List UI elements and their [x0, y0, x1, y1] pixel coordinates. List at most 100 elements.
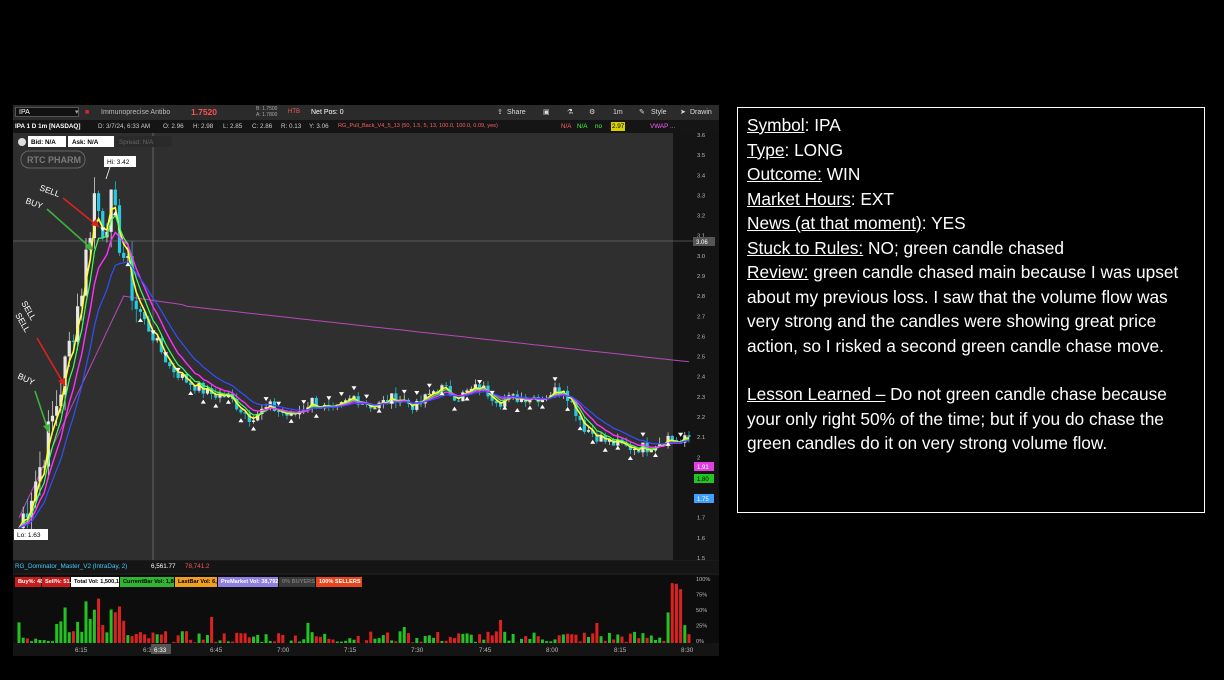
note-outcome-value: WIN [821, 164, 861, 184]
note-type-label: Type [747, 139, 785, 160]
spread-box-label: Spread: N/A [119, 139, 154, 146]
vwap-label: VWAP ... [650, 123, 676, 130]
price-tick-label: 3.0 [697, 254, 705, 260]
note-outcome-label: Outcome: [747, 164, 822, 184]
volume-bar [55, 623, 59, 645]
price-tick-label: 2.9 [697, 274, 705, 280]
symbol-dropdown-icon[interactable]: ▾ [75, 105, 79, 120]
volume-bar [210, 616, 214, 645]
candle-body [427, 393, 431, 395]
price-tick-label: 3.6 [697, 133, 705, 139]
volume-bar [306, 622, 310, 645]
lock-icon[interactable]: ■ [85, 105, 89, 120]
volume-tag: 0% BUYERS [279, 577, 315, 587]
bar-y: Y: 3.06 [309, 123, 329, 130]
candle-body [67, 340, 71, 357]
candle-body [687, 435, 691, 437]
volume-tags: Buy%: 48.21% Sell%: 51.79% Total Vol: 1,50… [13, 575, 719, 589]
candle-body [239, 409, 243, 413]
price-tick-label: 3.2 [697, 214, 705, 220]
price-tag-magenta-label: 1.91 [697, 465, 709, 471]
gear-icon[interactable]: ⚙ [589, 105, 595, 120]
note-rules-line: Stuck to Rules: NO; green candle chased [747, 236, 1195, 261]
company-name: Immunoprecise Antibo [101, 109, 171, 116]
bid-box-label: Bid: N/A [31, 139, 56, 146]
price-tag-current-label: 3.06 [696, 240, 708, 246]
price-tick-label: 1.7 [697, 516, 705, 522]
price-tick-label: 2.1 [697, 435, 705, 441]
price-tick-label: 2.3 [697, 395, 705, 401]
price-tick-label: 2.5 [697, 355, 705, 361]
volume-bar [122, 620, 126, 645]
lower-study-val-2: 78,741.2 [185, 563, 210, 570]
volume-pct-label: 75% [696, 593, 707, 599]
time-tick-label: 6:15 [75, 647, 88, 654]
note-hours-line: Market Hours: EXT [747, 187, 1195, 212]
price-tick-label: 2.8 [697, 294, 705, 300]
bar-close: C: 2.86 [252, 123, 273, 130]
volume-bar [113, 612, 117, 645]
info-icon[interactable] [18, 138, 26, 146]
note-symbol-line: Symbol: IPA [747, 113, 1195, 138]
study-value: 2.97 [611, 122, 626, 131]
price-chart[interactable]: 3.63.53.43.33.23.13.02.92.82.72.62.52.42… [13, 133, 719, 560]
study-na-2: N/A [577, 123, 588, 130]
lower-study-header: RG_Dominator_Master_V2 (IntraDay, 2) 6,5… [13, 561, 719, 573]
share-icon[interactable]: ⇪ [497, 105, 503, 120]
share-button[interactable]: Share [507, 105, 526, 120]
lower-study-val-1: 6,561.77 [151, 563, 176, 570]
study-no: no [595, 123, 603, 130]
time-tick-label: 8:00 [546, 647, 559, 654]
price-tick-label: 1.5 [697, 556, 705, 560]
note-lesson-line: Lesson Learned – Do not green candle cha… [747, 382, 1195, 456]
volume-bar [59, 621, 63, 645]
candle-body [113, 189, 117, 206]
trading-chart-window: IPA ▾ ■ Immunoprecise Antibo 1.7520 B: 1… [13, 105, 719, 656]
style-icon[interactable]: ✎ [639, 105, 645, 120]
drawings-button[interactable]: Drawin [690, 105, 712, 120]
note-type-line: Type: LONG [747, 138, 1195, 163]
volume-bar [109, 609, 113, 645]
volume-tag: PreMarket Vol: 38,792 [218, 577, 278, 587]
style-button[interactable]: Style [651, 105, 667, 120]
chart-toolbar: IPA ▾ ■ Immunoprecise Antibo 1.7520 B: 1… [13, 105, 719, 120]
volume-bar [84, 601, 88, 645]
price-tick-label: 1.6 [697, 536, 705, 542]
candle-body [168, 362, 172, 367]
candle-body [373, 408, 377, 410]
symbol-input[interactable]: IPA [15, 107, 79, 117]
volume-tag: 100% SELLERS [316, 577, 362, 587]
cursor-icon[interactable]: ➤ [680, 105, 686, 120]
interval-button[interactable]: 1m [613, 105, 623, 120]
layout-icon[interactable]: ▣ [543, 105, 550, 120]
volume-bar [76, 621, 80, 645]
candle-body [122, 252, 126, 258]
lower-study-label: RG_Dominator_Master_V2 (IntraDay, 2) [15, 563, 128, 570]
volume-bar [17, 622, 21, 645]
bar-date: D: 3/7/24, 6:33 AM [98, 123, 151, 130]
volume-bar [674, 583, 678, 645]
note-lesson-label: Lesson Learned – [747, 384, 886, 404]
note-hours-label: Market Hours [747, 188, 851, 209]
volume-tag: Buy%: 48.21% [15, 577, 56, 587]
note-news-value: : YES [921, 213, 966, 233]
candle-body [50, 415, 55, 422]
note-news-line: News (at that moment): YES [747, 211, 1195, 236]
volume-bar [679, 589, 683, 645]
bar-low: L: 2.85 [223, 123, 243, 130]
price-tick-label: 2.7 [697, 314, 705, 320]
volume-tag: LastBar Vol: 6,480 [175, 577, 226, 587]
volume-bar [88, 618, 92, 645]
candle-body [586, 430, 591, 432]
note-outcome-line: Outcome: WIN [747, 162, 1195, 187]
note-news-label: News (at that moment) [747, 213, 922, 233]
flask-icon[interactable]: ⚗ [567, 105, 573, 120]
chart-title: IPA 1 D 1m [NASDAQ] [15, 123, 81, 130]
volume-bar [118, 606, 121, 645]
time-tick-label: 6:45 [210, 647, 223, 654]
note-rules-label: Stuck to Rules: [747, 237, 864, 258]
price-tick-label: 2.2 [697, 415, 705, 421]
price-tick-label: 3.4 [697, 173, 706, 179]
volume-tag: Total Vol: 1,500,105 [71, 577, 125, 587]
note-symbol-value: : IPA [804, 115, 841, 135]
